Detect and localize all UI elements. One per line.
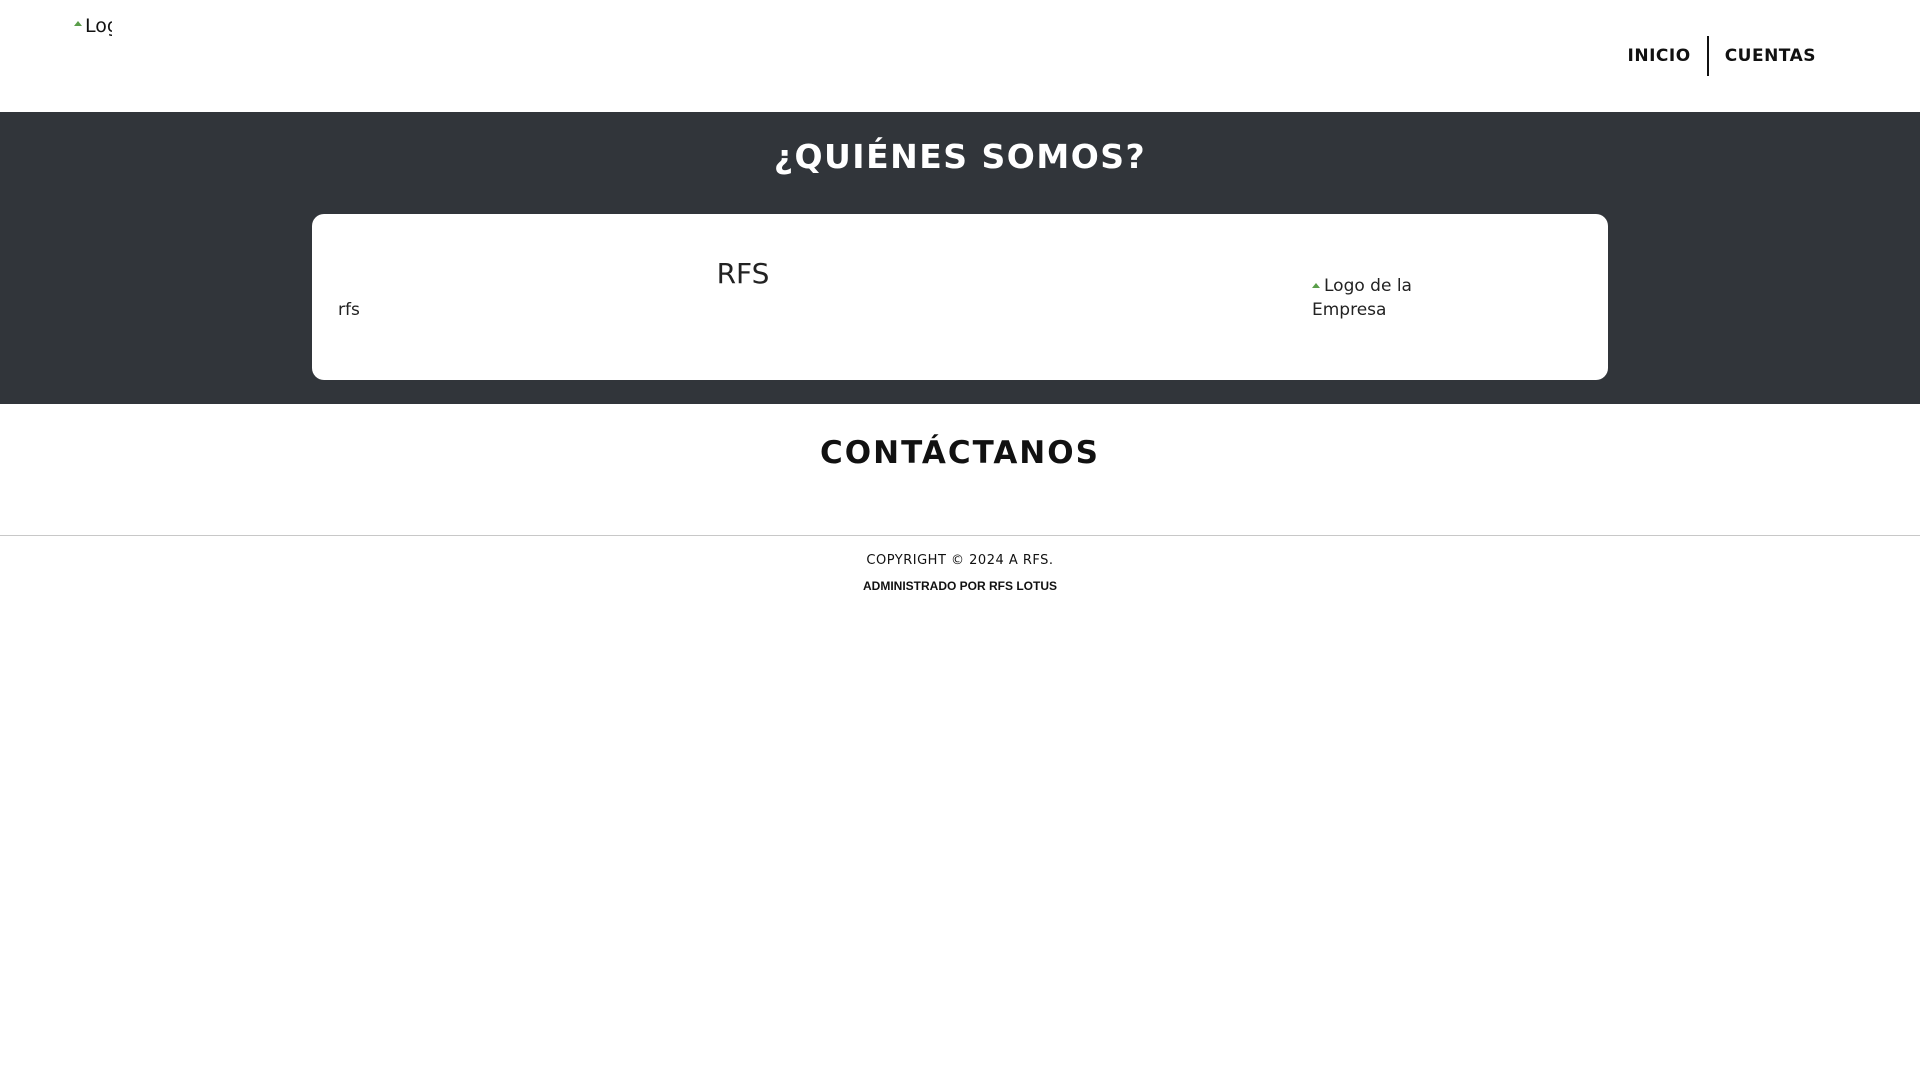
nav-link-inicio[interactable]: INICIO: [1612, 36, 1707, 76]
company-name: RFS: [716, 257, 770, 290]
footer-admin-credit: ADMINISTRADO POR RFS LOTUS: [863, 579, 1057, 593]
company-description: rfs: [338, 300, 360, 320]
contact-title: CONTÁCTANOS: [820, 435, 1100, 471]
broken-image-icon: [74, 15, 84, 26]
nav-link-cuentas[interactable]: CUENTAS: [1709, 36, 1832, 76]
company-logo-alt-text: Logo de la Empresa: [1312, 276, 1412, 320]
main-nav: INICIO CUENTAS: [1612, 36, 1832, 76]
footer-divider: [0, 535, 1920, 536]
company-card: RFS rfs Logo de la Empresa: [312, 214, 1608, 380]
site-logo[interactable]: Logo: [74, 13, 112, 39]
footer-copyright: COPYRIGHT © 2024 A RFS.: [866, 553, 1054, 568]
site-logo-alt-text: Logo: [85, 15, 112, 37]
company-logo: Logo de la Empresa: [1312, 274, 1422, 320]
about-section: ¿QUIÉNES SOMOS? RFS rfs Logo de la Empre…: [0, 112, 1920, 404]
broken-image-icon: [1312, 278, 1324, 288]
site-header: Logo INICIO CUENTAS: [0, 0, 1920, 112]
about-title: ¿QUIÉNES SOMOS?: [773, 137, 1147, 176]
